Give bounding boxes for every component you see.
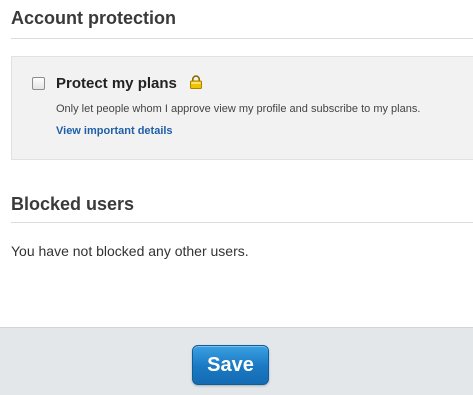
account-protection-title: Account protection (11, 8, 176, 28)
save-button[interactable]: Save (192, 345, 269, 385)
lock-icon (190, 75, 202, 89)
protect-plans-panel: Protect my plans Only let people whom I … (11, 56, 473, 160)
settings-page: Account protection Protect my plans Only… (0, 0, 473, 395)
section-divider (11, 38, 473, 39)
protect-plans-checkbox[interactable] (32, 77, 45, 90)
blocked-users-message: You have not blocked any other users. (11, 243, 249, 259)
section-divider (11, 222, 473, 223)
protect-plans-description: Only let people whom I approve view my p… (56, 103, 421, 115)
blocked-users-title: Blocked users (11, 194, 135, 214)
protect-plans-label[interactable]: Protect my plans (56, 75, 177, 92)
form-footer: Save (0, 327, 473, 395)
view-important-details-link[interactable]: View important details (56, 125, 173, 137)
